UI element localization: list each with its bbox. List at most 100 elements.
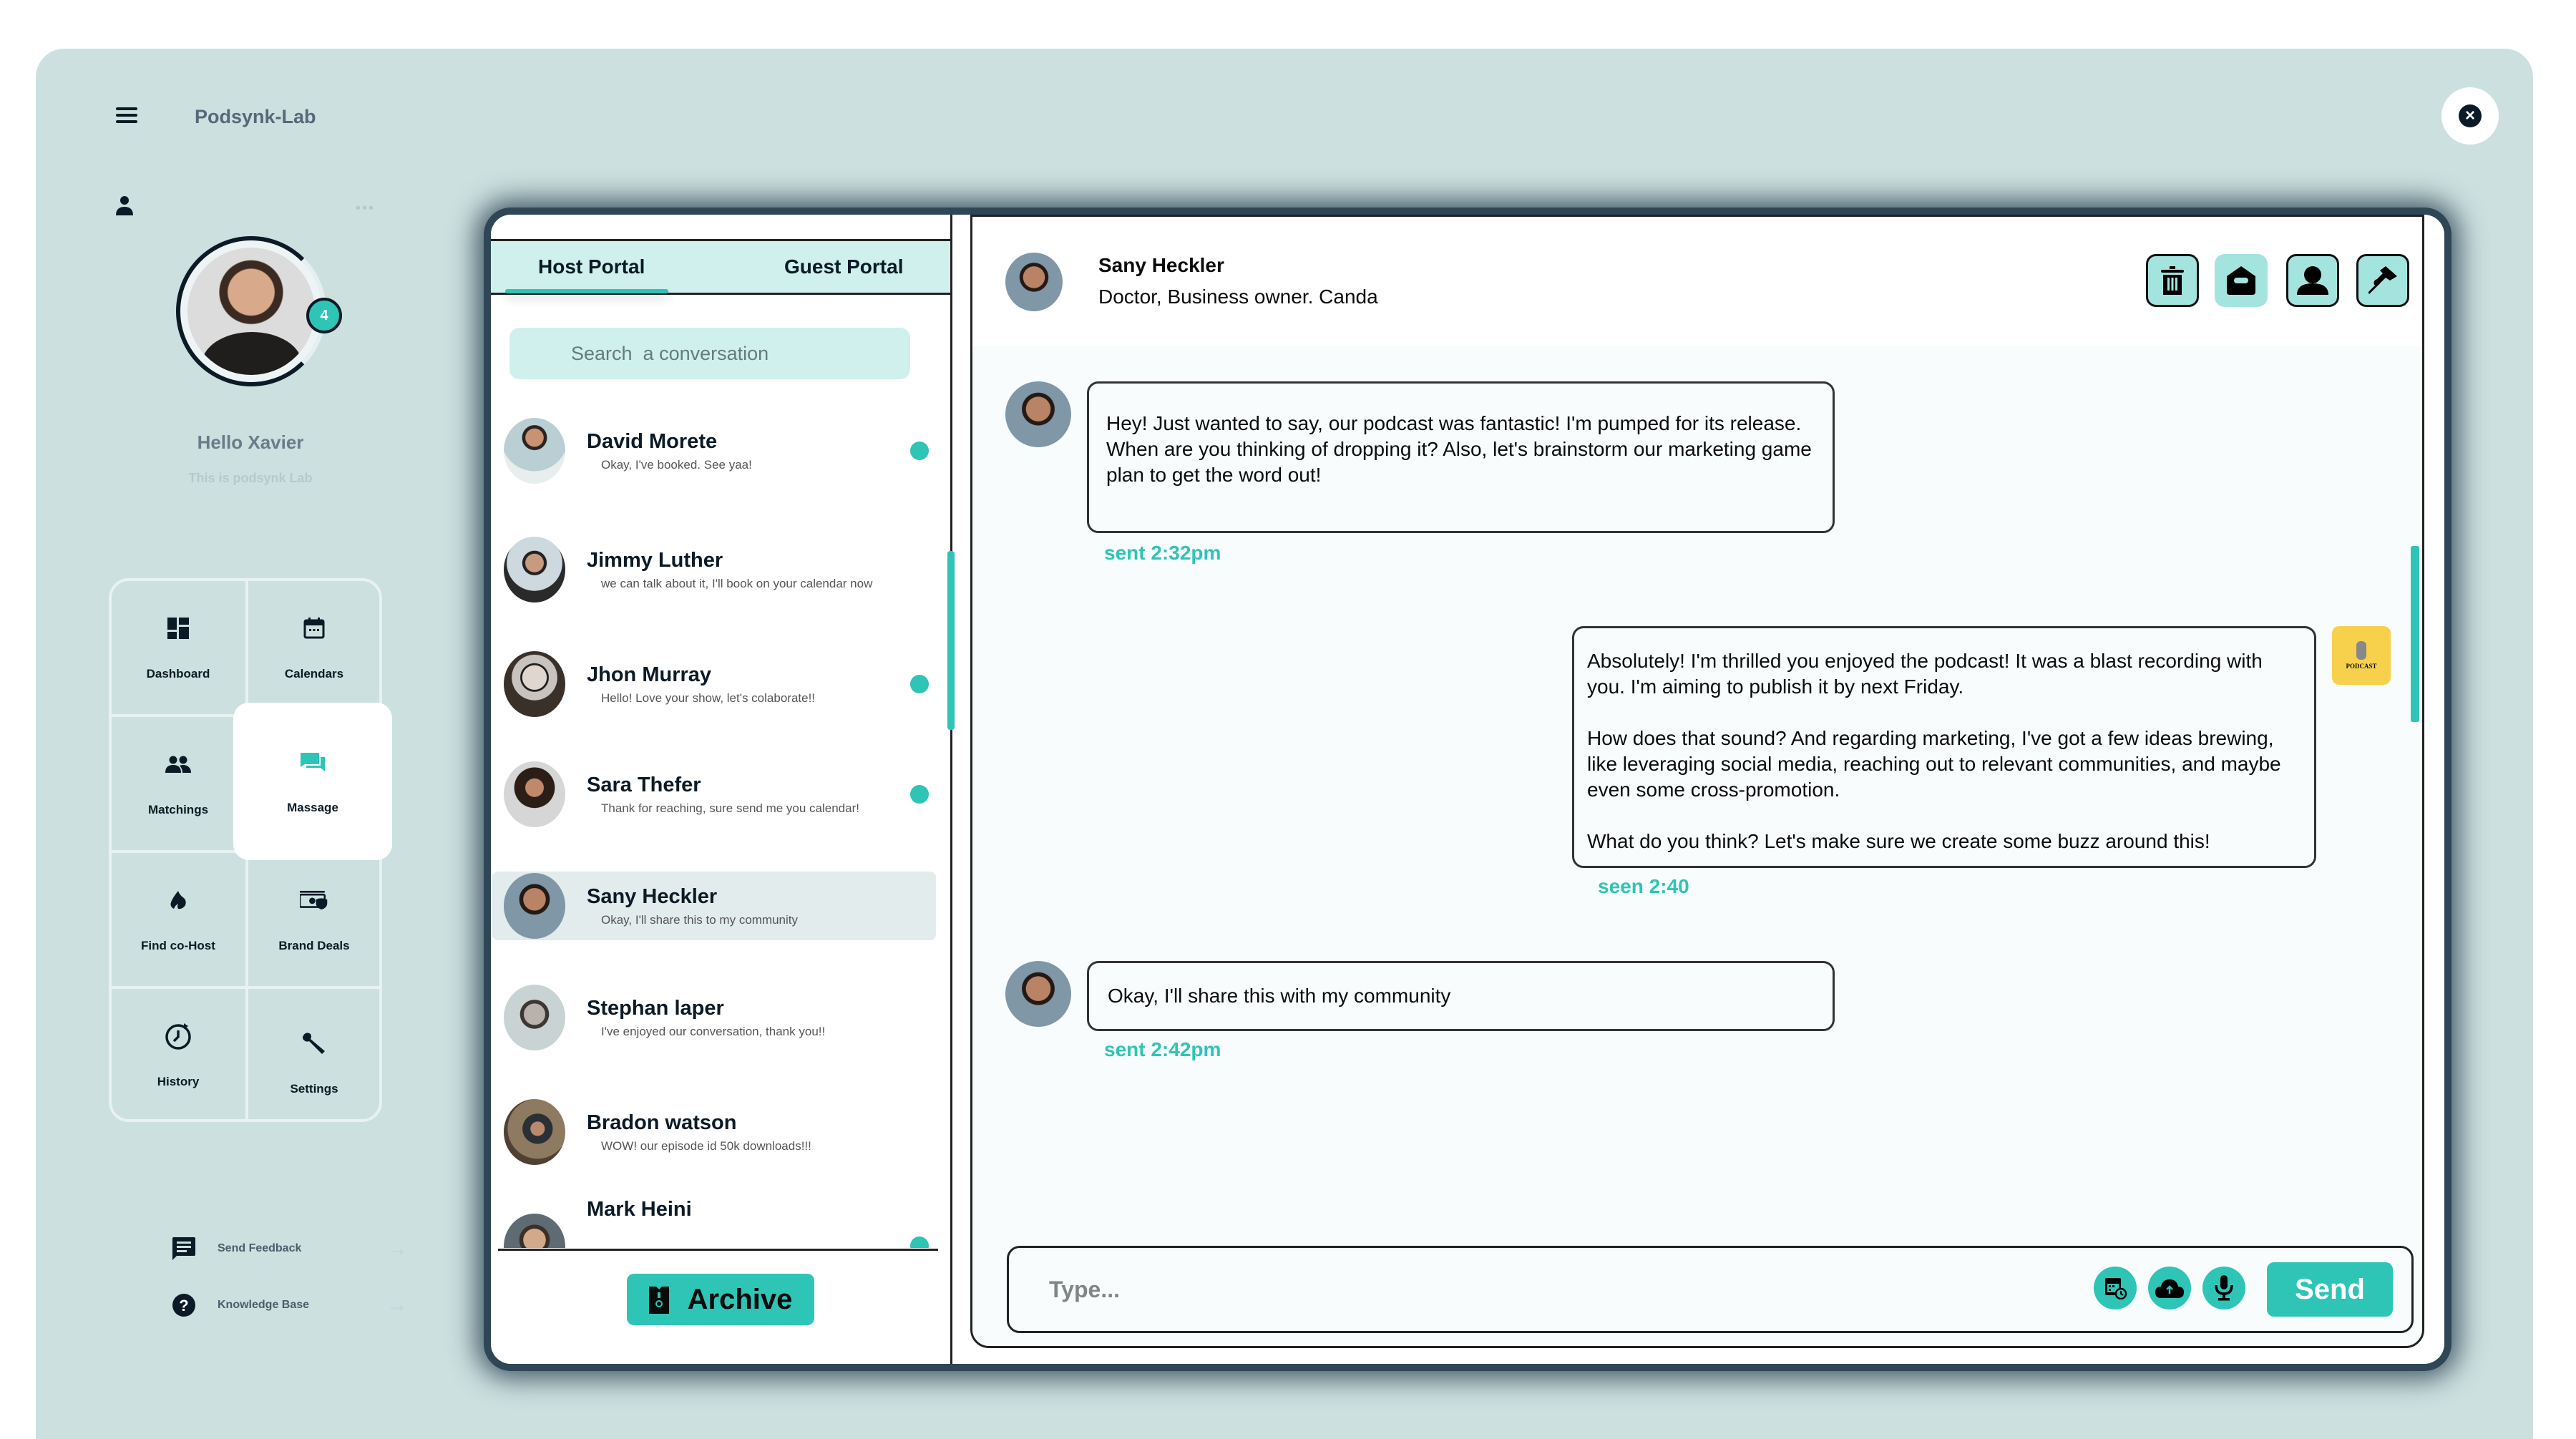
message-preview: Hello! Love your show, let's colaborate!…	[601, 691, 816, 705]
list-item[interactable]: David Morete Okay, I've booked. See yaa!	[492, 416, 936, 485]
nav-item-brand-deals[interactable]: Brand Deals	[248, 853, 381, 986]
message-preview: Okay, I've booked. See yaa!	[601, 457, 752, 472]
message-timestamp: sent 2:32pm	[1104, 542, 1221, 564]
portal-tabs: Host Portal Guest Portal	[491, 239, 950, 295]
nav-label: History	[157, 1075, 200, 1088]
user-icon[interactable]	[116, 195, 133, 215]
podcast-attachment-thumbnail[interactable]: PODCAST	[2332, 626, 2391, 685]
contact-name: Jimmy Luther	[587, 548, 723, 572]
message-preview: we can talk about it, I'll book on your …	[601, 576, 873, 590]
chat-scrollbar[interactable]	[2411, 546, 2419, 722]
footer-link-label: Knowledge Base	[218, 1299, 310, 1311]
avatar[interactable]	[187, 248, 315, 375]
message-bubble-incoming: Hey! Just wanted to say, our podcast was…	[1087, 381, 1835, 533]
pin-button[interactable]	[2356, 254, 2409, 307]
upload-button[interactable]	[2148, 1267, 2191, 1309]
person-icon	[2297, 266, 2328, 295]
nav-grid: Dashboard Calendars Matchings Massage Fi…	[109, 578, 392, 1122]
nav-item-settings[interactable]: Settings	[248, 996, 381, 1129]
calendar-icon	[300, 614, 328, 643]
nav-item-history[interactable]: History	[112, 989, 245, 1122]
message-input[interactable]	[1049, 1268, 1979, 1311]
tab-guest-portal[interactable]: Guest Portal	[784, 241, 903, 293]
arrow-right-icon: →	[386, 1293, 408, 1317]
list-item[interactable]: Jhon Murray Hello! Love your show, let's …	[492, 650, 936, 718]
nav-label: Matchings	[147, 803, 209, 816]
microphone-graphic	[2356, 641, 2366, 660]
menu-icon[interactable]	[116, 107, 137, 123]
feedback-icon	[172, 1236, 196, 1261]
trash-icon	[2161, 266, 2184, 295]
send-feedback-link[interactable]: Send Feedback →	[172, 1231, 408, 1267]
schedule-button[interactable]	[2094, 1267, 2137, 1309]
contact-role: Doctor, Business owner. Canda	[1098, 286, 1378, 308]
contact-avatar	[504, 873, 565, 939]
divider	[498, 1249, 938, 1251]
chat-pane: Sany Heckler Doctor, Business owner. Can…	[970, 215, 2424, 1348]
message-bubble-incoming: Okay, I'll share this with my community	[1087, 961, 1835, 1031]
tagline: This is podsynk Lab	[188, 471, 313, 485]
notification-badge[interactable]: 4	[306, 298, 342, 333]
contact-name: Mark Heini	[587, 1198, 692, 1221]
list-item[interactable]: Jimmy Luther we can talk about it, I'll b…	[492, 535, 936, 604]
list-item[interactable]: Stephan laper I've enjoyed our conversati…	[492, 983, 936, 1052]
conversation-list-panel: Host Portal Guest Portal David Morete Oka…	[491, 215, 955, 1364]
contact-name: Jhon Murray	[587, 663, 712, 686]
more-options-icon[interactable]: •••	[356, 200, 375, 217]
contact-avatar	[504, 418, 565, 484]
contact-name: Sara Thefer	[587, 773, 701, 796]
money-shield-icon	[300, 886, 328, 914]
nav-item-find-co-host[interactable]: Find co-Host	[112, 853, 245, 986]
mark-read-button[interactable]	[2215, 254, 2268, 307]
nav-item-matchings[interactable]: Matchings	[112, 717, 245, 850]
app-title: Podsynk-Lab	[195, 106, 316, 127]
microphone-icon	[2215, 1275, 2233, 1301]
contact-name: Stephan laper	[587, 996, 724, 1020]
messaging-card: Host Portal Guest Portal David Morete Oka…	[491, 215, 2444, 1364]
message-status: seen 2:40	[1598, 875, 1689, 897]
unread-dot	[910, 442, 929, 460]
dashboard-icon	[164, 614, 192, 643]
message-preview: Okay, I'll share this to my community	[601, 912, 799, 927]
archive-button[interactable]: Archive	[627, 1274, 814, 1325]
nav-label: Brand Deals	[278, 939, 350, 952]
fire-icon	[164, 886, 192, 914]
profile-button[interactable]	[2286, 254, 2339, 307]
help-icon: ?	[172, 1293, 196, 1317]
message-preview: WOW! our episode id 50k downloads!!!	[601, 1138, 811, 1153]
nav-label: Dashboard	[146, 667, 210, 681]
unread-dot	[910, 675, 929, 693]
list-item[interactable]: Bradon watson WOW! our episode id 50k dow…	[492, 1098, 936, 1166]
close-icon: ×	[2459, 104, 2482, 127]
delete-button[interactable]	[2146, 254, 2199, 307]
nav-item-calendars[interactable]: Calendars	[248, 581, 381, 714]
close-button[interactable]: ×	[2441, 87, 2499, 145]
tab-host-portal[interactable]: Host Portal	[538, 241, 645, 293]
unread-dot	[910, 785, 929, 804]
contact-avatar[interactable]	[1005, 253, 1063, 311]
nav-item-massage[interactable]: Massage	[233, 703, 392, 860]
list-item[interactable]: Sany Heckler Okay, I'll share this to my …	[492, 872, 936, 940]
pin-icon	[2368, 266, 2397, 295]
search-input[interactable]	[509, 328, 910, 379]
conversation-list-scrollbar[interactable]	[947, 551, 955, 730]
message-timestamp: sent 2:42pm	[1104, 1038, 1221, 1060]
list-item[interactable]: Mark Heini	[492, 1194, 936, 1248]
contact-avatar	[504, 761, 565, 827]
chat-icon	[298, 748, 327, 776]
contact-avatar	[1005, 381, 1071, 447]
list-item[interactable]: Sara Thefer Thank for reaching, sure send…	[492, 760, 936, 829]
open-envelope-icon	[2227, 266, 2255, 295]
send-button[interactable]: Send	[2267, 1262, 2393, 1317]
message-bubble-outgoing: Absolutely! I'm thrilled you enjoyed the…	[1572, 626, 2316, 868]
archive-icon	[648, 1287, 669, 1314]
voice-button[interactable]	[2202, 1267, 2245, 1309]
knowledge-base-link[interactable]: ? Knowledge Base →	[172, 1287, 408, 1323]
nav-label: Find co-Host	[141, 939, 215, 952]
unread-dot	[910, 1236, 929, 1248]
nav-item-dashboard[interactable]: Dashboard	[112, 581, 245, 714]
contact-avatar	[1005, 961, 1071, 1027]
compose-bar: Send	[1007, 1246, 2414, 1333]
contact-name: David Morete	[587, 429, 718, 453]
message-text: Okay, I'll share this with my community	[1108, 985, 1451, 1007]
